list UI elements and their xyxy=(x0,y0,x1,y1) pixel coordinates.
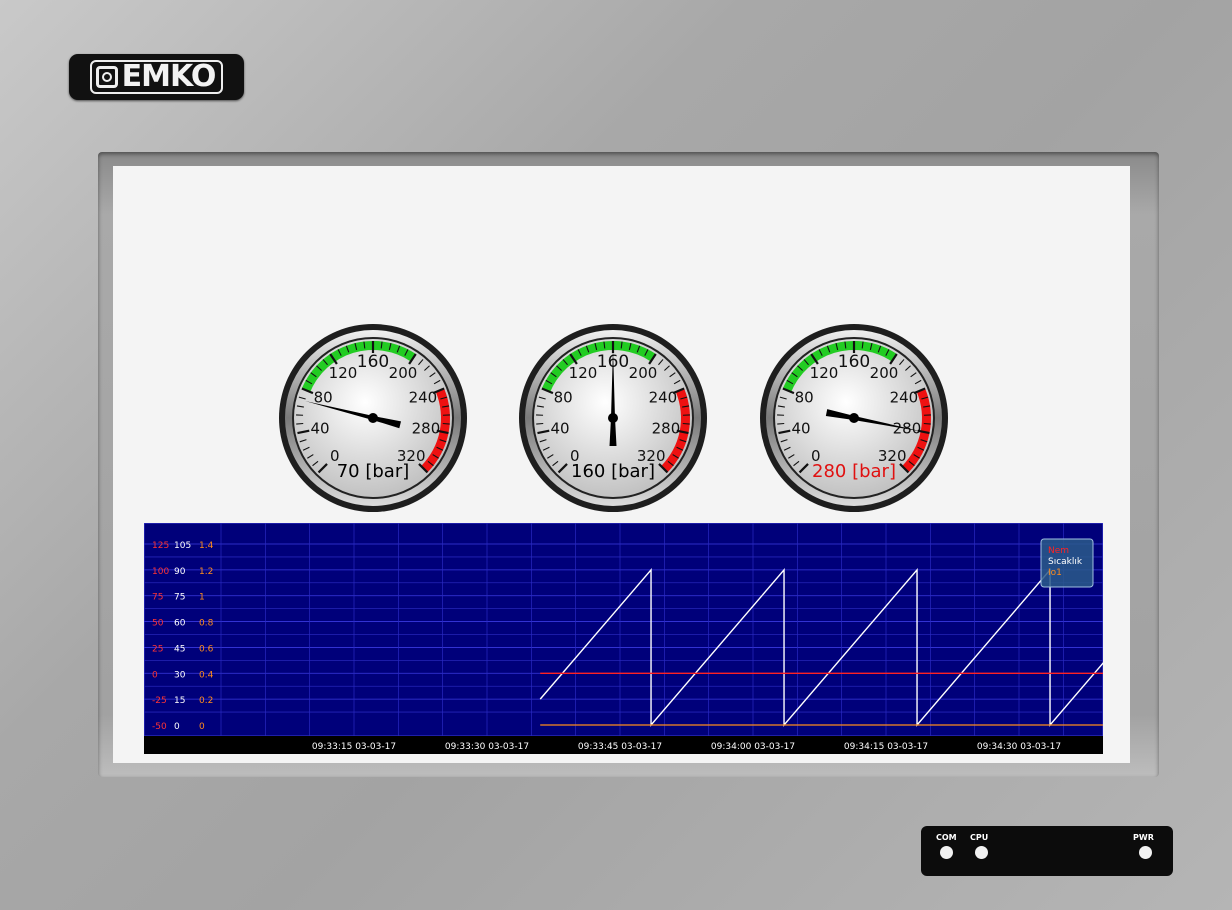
com-led-label: COM xyxy=(936,833,957,842)
gauge-readout: 70 [bar] xyxy=(337,461,410,482)
pressure-gauge-2: 04080120160200240280320160 [bar] xyxy=(519,324,707,512)
pressure-gauge-3: 04080120160200240280320280 [bar] xyxy=(760,324,948,512)
pressure-gauge-1: 0408012016020024028032070 [bar] xyxy=(279,324,467,512)
cpu-led xyxy=(975,846,988,859)
status-led-panel: COM CPU PWR xyxy=(921,826,1173,876)
y-tick-label: 45 xyxy=(174,644,185,654)
pwr-led-label: PWR xyxy=(1133,833,1154,842)
gauge-readout: 280 [bar] xyxy=(812,461,896,482)
gauge-tick xyxy=(536,422,544,425)
cpu-led-label: CPU xyxy=(970,833,989,842)
gauge-needle-hub xyxy=(849,413,859,423)
x-tick-label: 09:34:15 03-03-17 xyxy=(844,742,928,752)
gauge-tick-label: 240 xyxy=(890,388,919,406)
y-tick-label: -50 xyxy=(152,722,167,732)
x-tick-label: 09:33:15 03-03-17 xyxy=(312,742,396,752)
gauge-tick-label: 160 xyxy=(838,352,870,372)
gauge-tick-label: 200 xyxy=(389,364,418,382)
gauge-tick xyxy=(296,422,304,425)
gauge-tick-label: 120 xyxy=(810,364,839,382)
gauge-tick-label: 280 xyxy=(652,420,681,438)
y-tick-label: 75 xyxy=(152,593,163,603)
y-tick-label: 1 xyxy=(199,593,205,603)
trend-chart[interactable]: -50 -25 0 25 50 75 100 125 0 15 30 45 60 75 90 105 0 0.2 0… xyxy=(144,523,1103,754)
y-tick-label: 1.2 xyxy=(199,567,213,577)
gauge-tick-label: 200 xyxy=(870,364,899,382)
y-tick-label: 100 xyxy=(152,567,169,577)
y-tick-label: 125 xyxy=(152,541,169,551)
gauge-tick-label: 40 xyxy=(310,420,329,438)
gauge-needle-hub xyxy=(368,413,378,423)
x-tick-label: 09:34:30 03-03-17 xyxy=(977,742,1061,752)
gauge-tick-label: 240 xyxy=(409,388,438,406)
y-tick-label: 0.2 xyxy=(199,696,213,706)
gauge-tick-label: 80 xyxy=(554,388,573,406)
gauge-tick-label: 120 xyxy=(569,364,598,382)
y-tick-label: 0.8 xyxy=(199,619,214,629)
pwr-led xyxy=(1139,846,1152,859)
gauge-tick-label: 240 xyxy=(649,388,678,406)
x-tick-label: 09:33:30 03-03-17 xyxy=(445,742,529,752)
gauge-tick xyxy=(923,422,931,425)
y-tick-label: 0 xyxy=(174,722,180,732)
gauge-tick-label: 80 xyxy=(795,388,814,406)
gauge-tick-label: 280 xyxy=(412,420,441,438)
legend-entry: Io1 xyxy=(1048,568,1062,578)
y-tick-label: 0 xyxy=(152,670,158,680)
x-tick-label: 09:34:00 03-03-17 xyxy=(711,742,795,752)
com-led xyxy=(940,846,953,859)
y-tick-label: 30 xyxy=(174,670,186,680)
x-tick-label: 09:33:45 03-03-17 xyxy=(578,742,662,752)
y-tick-label: -25 xyxy=(152,696,167,706)
gauge-tick xyxy=(682,422,690,425)
hmi-device: EMKO 0 40 80 120 160 200 240 280 320 70 [bar] 0 40… xyxy=(0,0,1232,910)
y-tick-label: 25 xyxy=(152,644,163,654)
y-tick-label: 15 xyxy=(174,696,185,706)
chart-background xyxy=(144,523,1103,754)
y-tick-label: 0.4 xyxy=(199,670,214,680)
y-tick-label: 0.6 xyxy=(199,644,214,654)
gauge-tick-label: 120 xyxy=(329,364,358,382)
emko-logo: EMKO xyxy=(69,54,244,100)
legend-entry: Sıcaklık xyxy=(1048,557,1083,567)
y-tick-label: 75 xyxy=(174,593,185,603)
gauge-readout: 160 [bar] xyxy=(571,461,655,482)
y-tick-label: 90 xyxy=(174,567,186,577)
gauge-tick xyxy=(777,422,785,425)
gauge-tick-label: 200 xyxy=(629,364,658,382)
gauge-tick-label: 40 xyxy=(550,420,569,438)
y-tick-label: 60 xyxy=(174,619,186,629)
y-tick-label: 50 xyxy=(152,619,164,629)
logo-text: EMKO xyxy=(121,59,217,94)
gauge-tick xyxy=(442,422,450,425)
emko-logo-icon xyxy=(95,66,118,88)
y-tick-label: 1.4 xyxy=(199,541,214,551)
gauge-tick-label: 160 xyxy=(357,352,389,372)
y-tick-label: 0 xyxy=(199,722,205,732)
y-tick-label: 105 xyxy=(174,541,191,551)
gauge-needle-hub xyxy=(608,413,618,423)
gauge-tick-label: 40 xyxy=(791,420,810,438)
legend-entry: Nem xyxy=(1048,546,1069,556)
